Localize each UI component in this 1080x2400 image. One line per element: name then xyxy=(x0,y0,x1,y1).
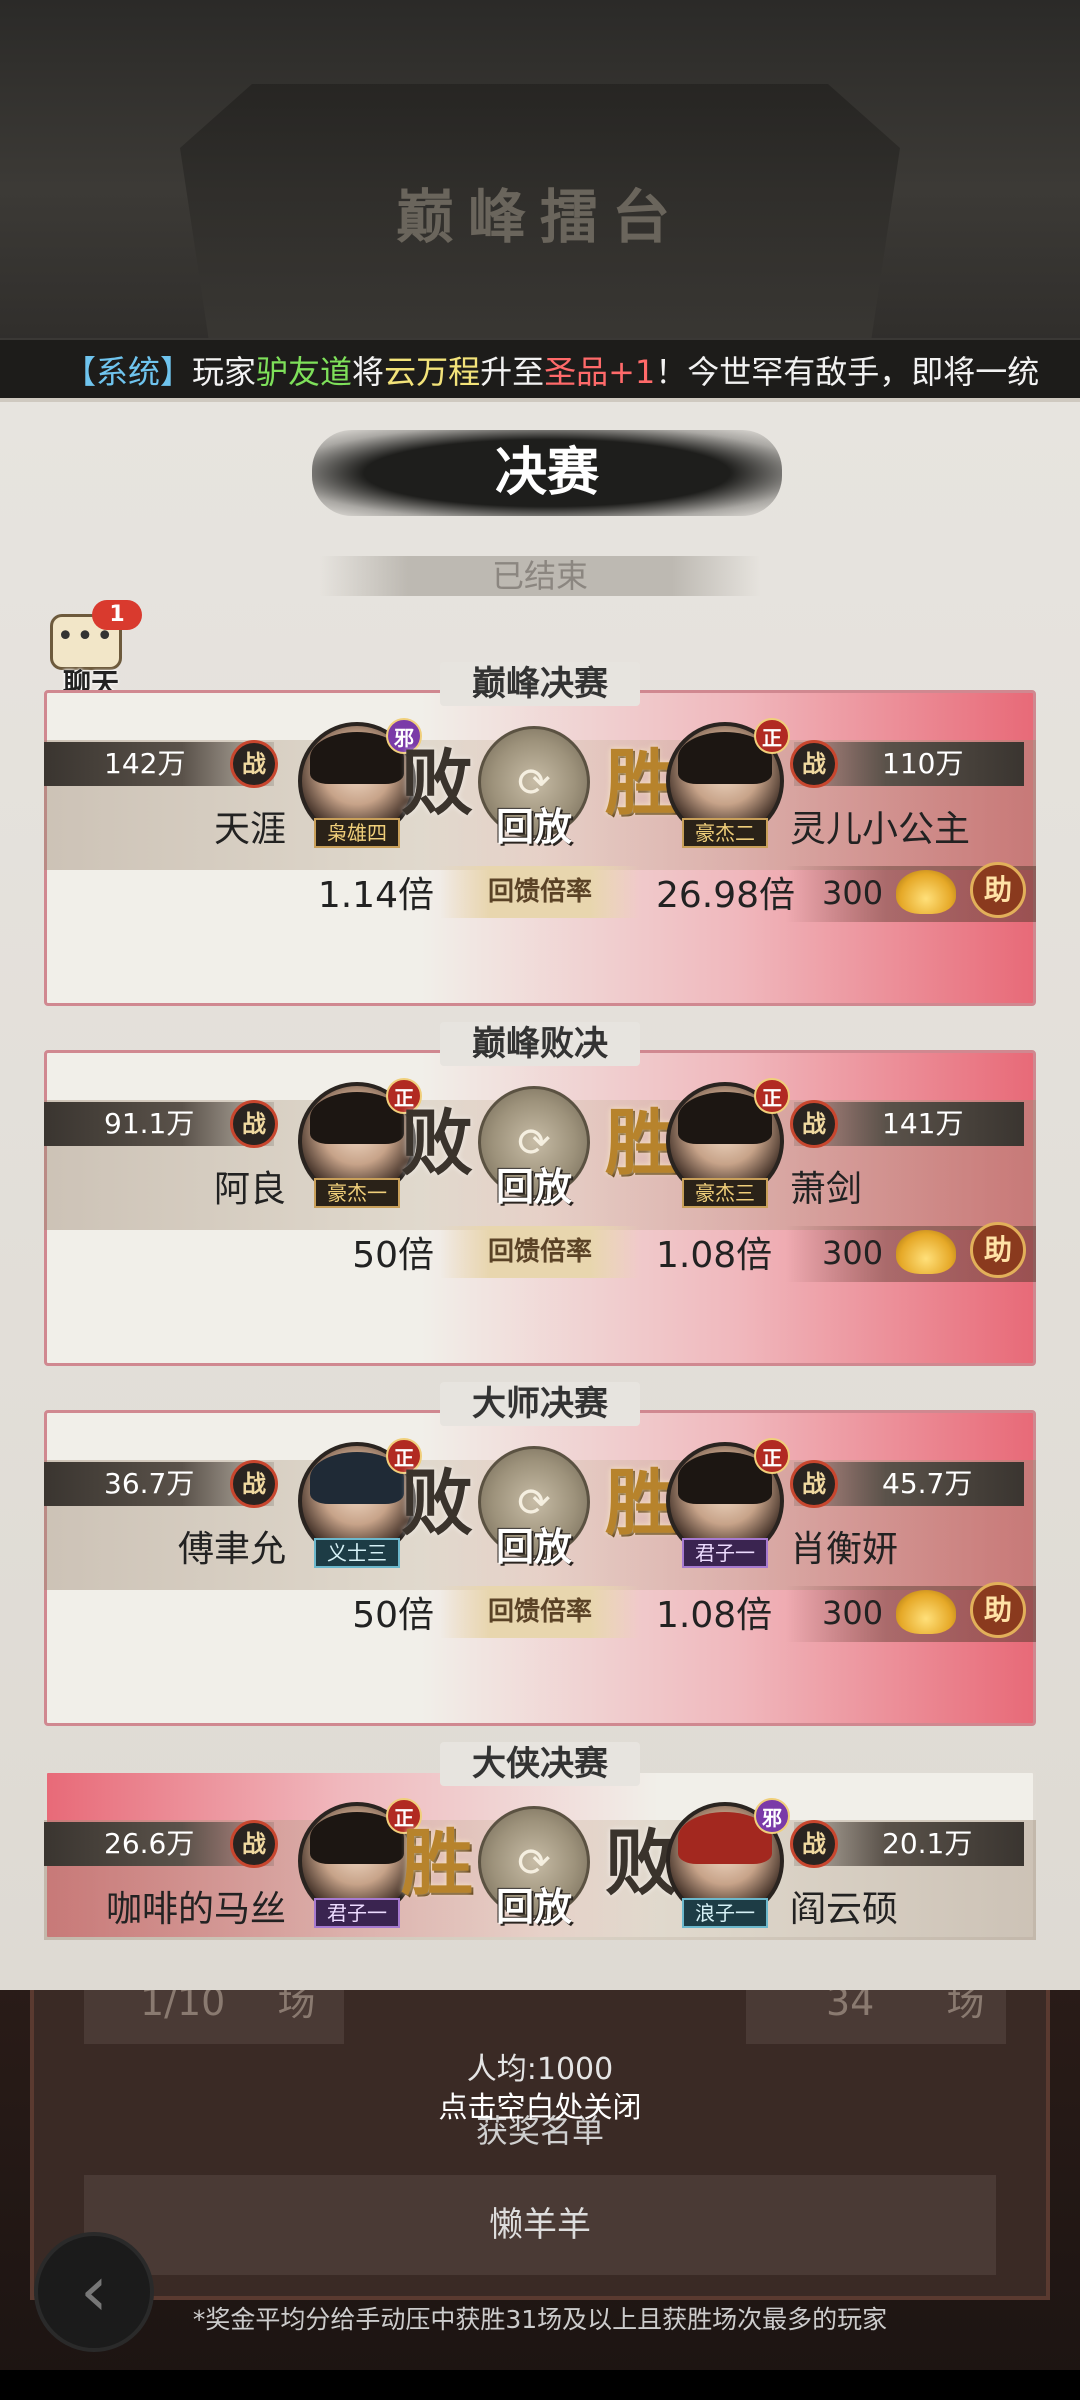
left-player-name: 傅聿允 xyxy=(177,1529,286,1570)
match-title: 大师决赛 xyxy=(440,1382,640,1426)
right-odds: 1.08倍 xyxy=(656,1235,773,1276)
rank-tag: 豪杰一 xyxy=(314,1178,400,1208)
support-button[interactable]: 助 xyxy=(970,1582,1026,1638)
support-button[interactable]: 助 xyxy=(970,862,1026,918)
left-result: 胜 xyxy=(400,1820,473,1905)
left-player-name: 咖啡的马丝 xyxy=(105,1889,286,1930)
sect-badge: 正 xyxy=(754,718,790,754)
replay-label[interactable]: 回放 xyxy=(474,1156,594,1211)
panel-status: 已结束 xyxy=(491,557,588,595)
replay-label[interactable]: 回放 xyxy=(474,796,594,851)
battle-icon[interactable]: 战 xyxy=(230,1100,278,1148)
battle-icon[interactable]: 战 xyxy=(790,740,838,788)
ticker-text: 将 xyxy=(352,353,385,391)
gold-ingot-icon xyxy=(896,1590,956,1634)
left-odds: 50倍 xyxy=(352,1235,434,1276)
right-odds: 26.98倍 xyxy=(656,875,796,916)
ticker-hero: 云万程 xyxy=(384,353,481,391)
gold-ingot-icon xyxy=(896,870,956,914)
ticker-tag: 【系统】 xyxy=(64,353,193,391)
close-hint[interactable]: 点击空白处关闭 xyxy=(0,2084,1080,2126)
left-player-name: 阿良 xyxy=(213,1169,286,1210)
right-avatar[interactable]: 邪 浪子一 xyxy=(666,1798,790,1928)
sect-badge: 正 xyxy=(754,1438,790,1474)
match-title: 巅峰败决 xyxy=(440,1022,640,1066)
battle-icon[interactable]: 战 xyxy=(230,740,278,788)
battle-icon[interactable]: 战 xyxy=(230,1820,278,1868)
right-player-name: 阎云硕 xyxy=(790,1889,899,1930)
rank-tag: 君子一 xyxy=(314,1898,400,1928)
match-title: 大侠决赛 xyxy=(440,1742,640,1786)
battle-icon[interactable]: 战 xyxy=(790,1460,838,1508)
ticker-text: 玩家 xyxy=(192,353,257,391)
ticker-grade: 圣品+1 xyxy=(544,353,656,391)
battle-icon[interactable]: 战 xyxy=(790,1100,838,1148)
nav-bar xyxy=(0,2370,1080,2400)
sect-badge: 邪 xyxy=(754,1798,790,1834)
rank-tag: 枭雄四 xyxy=(314,818,400,848)
rank-tag: 义士三 xyxy=(314,1538,400,1568)
match-card: 巅峰败决 91.1万 战 阿良 正 豪杰一 败 ⟳ 回放 胜 正 豪杰三 141… xyxy=(44,1022,1036,1366)
rank-tag: 豪杰三 xyxy=(682,1178,768,1208)
odds-label: 回馈倍率 xyxy=(487,1597,592,1627)
system-ticker: 【系统】玩家驴友道将云万程升至圣品+1！今世罕有敌手，即将一统 xyxy=(0,338,1080,402)
left-result: 败 xyxy=(400,740,473,825)
left-odds: 50倍 xyxy=(352,1595,434,1636)
left-result: 败 xyxy=(400,1100,473,1185)
right-avatar[interactable]: 正 豪杰二 xyxy=(666,718,790,848)
ticker-text: ！今世罕有敌手，即将一统 xyxy=(655,353,1040,391)
rank-tag: 君子一 xyxy=(682,1538,768,1568)
match-title: 巅峰决赛 xyxy=(440,662,640,706)
ticker-player: 驴友道 xyxy=(256,353,353,391)
winner-name: 懒羊羊 xyxy=(84,2175,996,2275)
replay-label[interactable]: 回放 xyxy=(474,1516,594,1571)
sect-badge: 正 xyxy=(754,1078,790,1114)
chat-unread-badge: 1 xyxy=(92,600,142,630)
odds-label: 回馈倍率 xyxy=(487,1237,592,1267)
odds-label: 回馈倍率 xyxy=(487,877,592,907)
match-card: 巅峰决赛 142万 战 天涯 邪 枭雄四 败 ⟳ 回放 胜 正 豪杰二 110万… xyxy=(44,662,1036,1006)
battle-icon[interactable]: 战 xyxy=(230,1460,278,1508)
left-odds: 1.14倍 xyxy=(317,875,434,916)
match-card: 大侠决赛 26.6万 战 咖啡的马丝 正 君子一 胜 ⟳ 回放 败 邪 浪子一 … xyxy=(44,1742,1036,1940)
left-player-name: 天涯 xyxy=(213,809,286,850)
battle-icon[interactable]: 战 xyxy=(790,1820,838,1868)
support-amount: 300 xyxy=(822,1594,884,1632)
ticker-text: 升至 xyxy=(480,353,545,391)
right-avatar[interactable]: 正 豪杰三 xyxy=(666,1078,790,1208)
avg-prize: 人均:1000 xyxy=(466,2052,614,2087)
right-player-name: 肖衡妍 xyxy=(790,1529,899,1570)
right-player-name: 灵儿小公主 xyxy=(790,809,971,850)
support-amount: 300 xyxy=(822,1234,884,1272)
rank-tag: 浪子一 xyxy=(682,1898,768,1928)
rank-tag: 豪杰二 xyxy=(682,818,768,848)
gold-ingot-icon xyxy=(896,1230,956,1274)
panel-title: 决赛 xyxy=(494,442,599,503)
support-amount: 300 xyxy=(822,874,884,912)
support-button[interactable]: 助 xyxy=(970,1222,1026,1278)
left-result: 败 xyxy=(400,1460,473,1545)
replay-label[interactable]: 回放 xyxy=(474,1876,594,1931)
match-card: 大师决赛 36.7万 战 傅聿允 正 义士三 败 ⟳ 回放 胜 正 君子一 45… xyxy=(44,1382,1036,1726)
right-avatar[interactable]: 正 君子一 xyxy=(666,1438,790,1568)
right-player-name: 萧剑 xyxy=(790,1169,863,1210)
arena-title: 巅峰擂台 xyxy=(395,183,684,251)
right-odds: 1.08倍 xyxy=(656,1595,773,1636)
prize-footnote: *奖金平均分给手动压中获胜31场及以上且获胜场次最多的玩家 xyxy=(192,2305,888,2334)
